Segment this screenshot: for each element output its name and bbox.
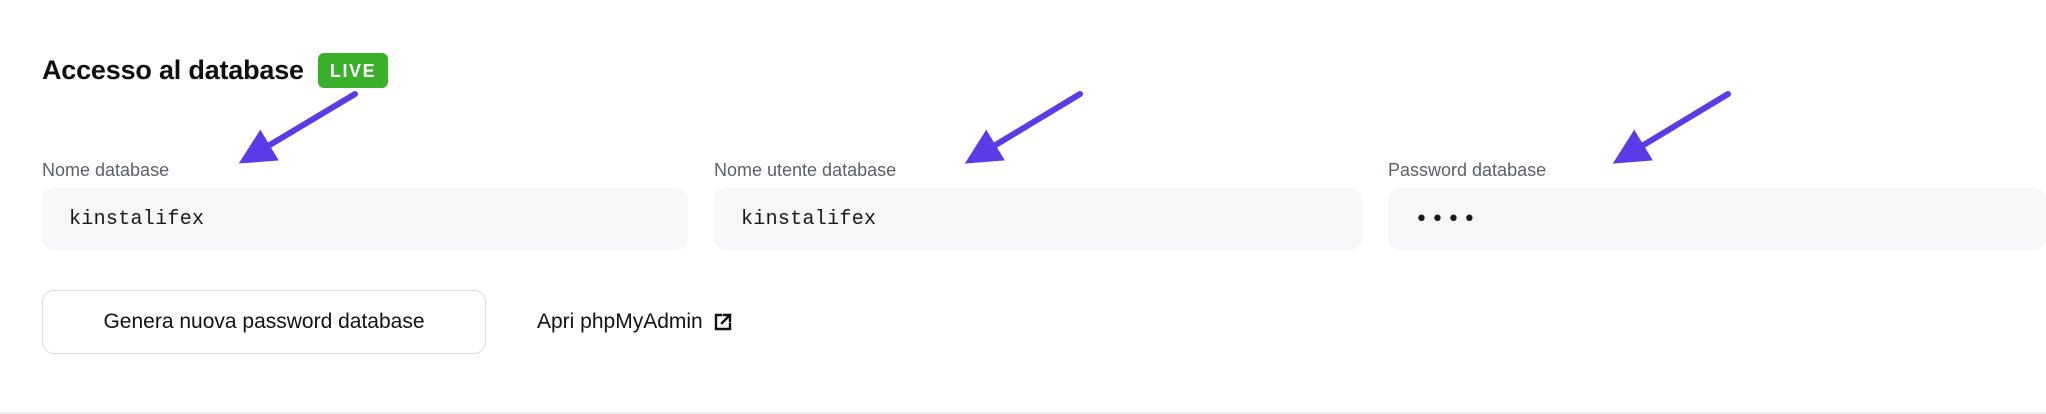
live-status-badge: LIVE <box>317 52 389 88</box>
open-phpmyadmin-link[interactable]: Apri phpMyAdmin <box>537 307 733 337</box>
database-password-label: Password database <box>1388 160 1547 180</box>
database-username-field: Nome utente database kinstalifex <box>714 158 1362 250</box>
open-phpmyadmin-label: Apri phpMyAdmin <box>537 310 703 333</box>
section-header: Accesso al database LIVE <box>42 52 389 88</box>
arrow-pointer-icon <box>964 91 1083 164</box>
external-link-icon <box>713 312 733 332</box>
database-name-value[interactable]: kinstalifex <box>42 188 688 250</box>
database-name-field: Nome database kinstalifex <box>42 158 688 250</box>
database-username-value[interactable]: kinstalifex <box>714 188 1362 250</box>
database-name-label: Nome database <box>42 160 170 180</box>
database-password-field: Password database •••• <box>1388 158 2046 250</box>
generate-new-database-password-button[interactable]: Genera nuova password database <box>42 290 486 354</box>
database-username-label: Nome utente database <box>714 160 897 180</box>
section-title: Accesso al database <box>42 54 304 85</box>
arrow-pointer-icon <box>238 91 358 164</box>
arrow-pointer-icon <box>1612 91 1731 164</box>
generate-new-database-password-label: Genera nuova password database <box>103 310 425 333</box>
database-password-value[interactable]: •••• <box>1388 188 2046 250</box>
